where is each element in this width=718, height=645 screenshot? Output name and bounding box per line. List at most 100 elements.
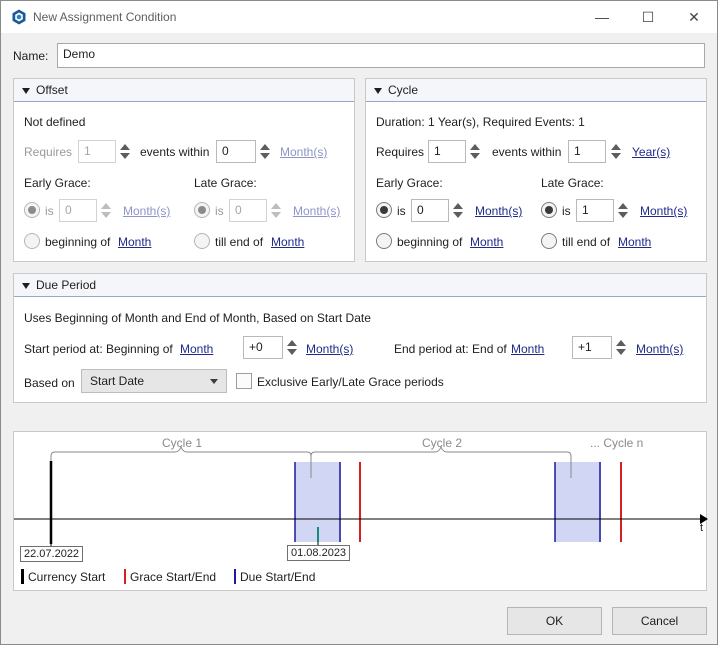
window-title: New Assignment Condition [33,10,177,24]
offset-title: Offset [36,83,68,97]
legend-currency-label: Currency Start [28,570,106,584]
collapse-triangle-icon [22,283,30,289]
offset-late-spinner[interactable] [268,199,284,222]
cycle-early-spinner[interactable] [450,199,466,222]
offset-requires-input[interactable]: 1 [78,140,116,163]
start-period-label: Start period at: Beginning of [24,342,173,356]
due-period-group: Due Period Uses Beginning of Month and E… [13,273,707,403]
cycle-late-is-radio[interactable] [541,202,557,218]
end-period-unit-link[interactable]: Month(s) [636,342,683,356]
cycle-late-input[interactable]: 1 [576,199,614,222]
cycle-till-end-of-label: till end of [562,235,611,249]
name-input[interactable]: Demo [57,43,705,68]
cycle-early-grace-label: Early Grace: [376,176,443,190]
offset-early-spinner[interactable] [98,199,114,222]
cycle-early-unit-link[interactable]: Month(s) [475,204,522,218]
based-on-label: Based on [24,376,75,390]
cycle-early-beginning-radio[interactable] [376,233,392,249]
cycle-requires-input[interactable]: 1 [428,140,466,163]
offset-early-input[interactable]: 0 [59,199,97,222]
close-icon: ✕ [688,8,700,25]
offset-events-within-spinner[interactable] [257,140,273,163]
title-bar[interactable]: New Assignment Condition — ☐ ✕ [1,1,717,33]
cycle-late-end-radio[interactable] [541,233,557,249]
ok-button[interactable]: OK [507,607,602,635]
due-period-title: Due Period [36,278,97,292]
cycle-late-is-label: is [562,204,571,218]
cycle-summary: Duration: 1 Year(s), Required Events: 1 [376,115,585,129]
exclusive-grace-label: Exclusive Early/Late Grace periods [257,375,444,389]
cycle-late-unit-link[interactable]: Month(s) [640,204,687,218]
end-period-input[interactable]: +1 [572,336,612,359]
due-period-header[interactable]: Due Period [14,274,706,297]
cycle1-label: Cycle 1 [162,436,203,450]
timeline-svg [14,445,708,546]
ok-label: OK [545,614,564,628]
cancel-button[interactable]: Cancel [612,607,707,635]
close-button[interactable]: ✕ [681,5,707,29]
cycle-requires-spinner[interactable] [467,140,483,163]
legend-currency-swatch [21,569,24,584]
start-period-unit-link[interactable]: Month(s) [306,342,353,356]
minimize-button[interactable]: — [589,5,615,29]
offset-early-is-radio[interactable] [24,202,40,218]
dialog-window: New Assignment Condition — ☐ ✕ Name: Dem… [0,0,718,645]
due-date: 01.08.2023 [287,545,351,561]
cycle-unit-link[interactable]: Year(s) [632,145,670,159]
offset-early-unit-link[interactable]: Month(s) [123,204,170,218]
end-period-label: End period at: End of [394,342,507,356]
offset-requires-spinner[interactable] [117,140,133,163]
timeline-diagram: Cycle 1 Cycle 2 ... Cycle n t 22.07.2022… [13,431,708,591]
cycle-requires-label: Requires [376,145,425,159]
end-period-spinner[interactable] [613,336,629,359]
app-logo-icon [12,9,26,25]
offset-late-end-radio[interactable] [194,233,210,249]
end-period-month-link[interactable]: Month [511,342,544,356]
cycle-late-grace-label: Late Grace: [541,176,604,190]
collapse-triangle-icon [374,88,382,94]
legend-due-swatch [234,569,236,584]
offset-early-beginning-radio[interactable] [24,233,40,249]
offset-events-within-input[interactable]: 0 [216,140,256,163]
chevron-down-icon [210,379,218,384]
due-period-block-2 [555,462,601,542]
offset-unit-link[interactable]: Month(s) [280,145,327,159]
exclusive-grace-checkbox[interactable] [236,373,252,389]
due-period-summary: Uses Beginning of Month and End of Month… [24,311,371,325]
start-period-month-link[interactable]: Month [180,342,213,356]
cycle-beginning-of-label: beginning of [397,235,463,249]
offset-requires-label: Requires [24,145,73,159]
based-on-select[interactable]: Start Date [81,369,227,393]
offset-late-input[interactable]: 0 [229,199,267,222]
cycle-title: Cycle [388,83,419,97]
cycle-early-is-label: is [397,204,406,218]
offset-late-month-link[interactable]: Month [271,235,304,249]
cycle-events-within-spinner[interactable] [608,140,624,163]
cycle2-label: Cycle 2 [422,436,463,450]
cycle-header[interactable]: Cycle [366,79,706,102]
maximize-icon: ☐ [641,8,655,25]
cycle-events-within-input[interactable]: 1 [568,140,606,163]
offset-header[interactable]: Offset [14,79,354,102]
offset-late-grace-label: Late Grace: [194,176,257,190]
start-period-spinner[interactable] [284,336,300,359]
maximize-button[interactable]: ☐ [635,5,661,29]
cycle-late-spinner[interactable] [615,199,631,222]
cycle-early-is-radio[interactable] [376,202,392,218]
cycle-early-input[interactable]: 0 [411,199,449,222]
offset-early-month-link[interactable]: Month [118,235,151,249]
axis-t-label: t [700,522,704,534]
collapse-triangle-icon [22,88,30,94]
cycle-events-within-label: events within [492,145,562,159]
start-period-input[interactable]: +0 [243,336,283,359]
based-on-value: Start Date [90,374,145,388]
offset-late-is-radio[interactable] [194,202,210,218]
cycle-late-month-link[interactable]: Month [618,235,651,249]
cycle-group: Cycle Duration: 1 Year(s), Required Even… [365,78,707,262]
offset-early-is-label: is [45,204,54,218]
offset-early-grace-label: Early Grace: [24,176,91,190]
legend-grace-swatch [124,569,126,584]
cycle-early-month-link[interactable]: Month [470,235,503,249]
minimize-icon: — [595,9,609,25]
offset-late-unit-link[interactable]: Month(s) [293,204,340,218]
